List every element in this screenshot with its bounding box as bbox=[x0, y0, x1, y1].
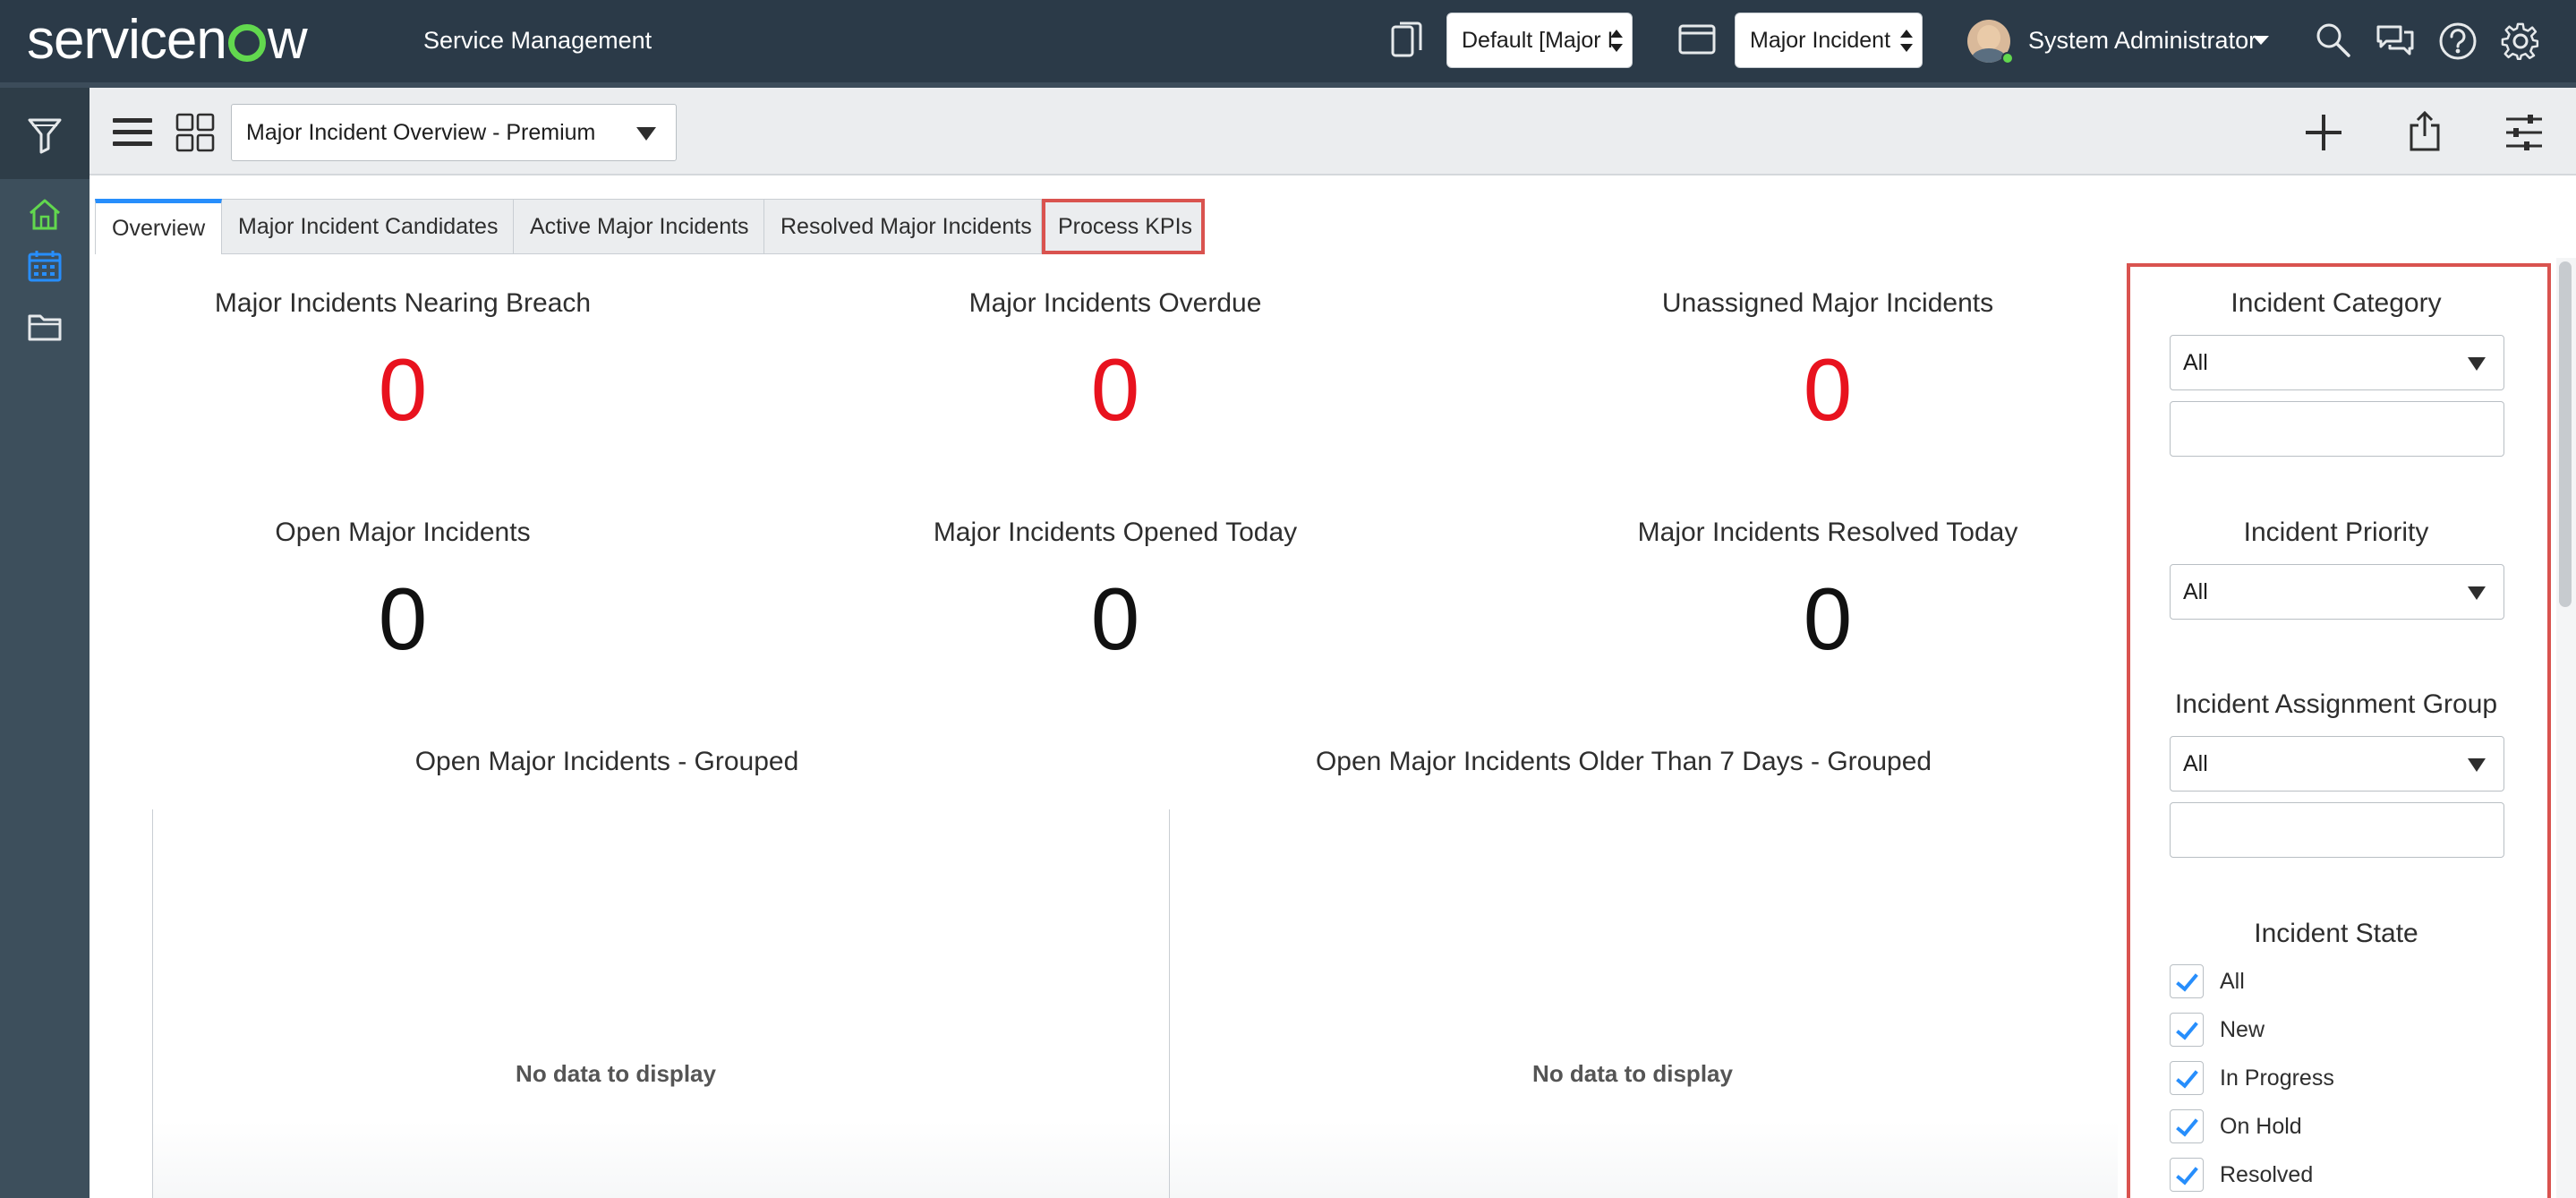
widget-title-overdue: Major Incidents Overdue bbox=[968, 288, 1262, 318]
checkbox-checked-icon[interactable] bbox=[2170, 1109, 2204, 1143]
widget-value-unassigned[interactable]: 0 bbox=[1804, 346, 1853, 433]
select-spinner-icon bbox=[1900, 26, 1913, 56]
chevron-down-icon bbox=[2468, 758, 2486, 772]
logo-o-icon bbox=[227, 24, 266, 62]
widget-value-open[interactable]: 0 bbox=[379, 575, 428, 663]
checkbox-checked-icon[interactable] bbox=[2170, 964, 2204, 998]
presence-indicator-icon bbox=[2001, 52, 2014, 64]
app-root: service n w Service Management Default [Ma… bbox=[0, 0, 2576, 1198]
chart-empty-open-grouped: No data to display bbox=[516, 1060, 716, 1087]
filter-state-option-in-progress[interactable]: In Progress bbox=[2170, 1060, 2334, 1096]
select-spinner-icon bbox=[1610, 26, 1623, 56]
filter-category-value: All bbox=[2183, 349, 2208, 375]
tab-resolved-major-incidents[interactable]: Resolved Major Incidents bbox=[764, 199, 1042, 254]
search-icon[interactable] bbox=[2315, 21, 2352, 59]
user-menu-caret-icon[interactable] bbox=[2253, 36, 2269, 45]
dashboard-tabs: Overview Major Incident Candidates Activ… bbox=[95, 199, 1205, 254]
calendar-icon[interactable] bbox=[27, 249, 63, 283]
filter-state-option-new[interactable]: New bbox=[2170, 1012, 2265, 1048]
filter-title-assignment-group: Incident Assignment Group bbox=[2174, 689, 2498, 719]
checkbox-checked-icon[interactable] bbox=[2170, 1158, 2204, 1192]
filter-assignment-group-select[interactable]: All bbox=[2170, 736, 2504, 792]
hamburger-menu-icon[interactable] bbox=[113, 116, 152, 149]
filter-state-option-on-hold[interactable]: On Hold bbox=[2170, 1108, 2302, 1144]
update-set-value: Default [Major I bbox=[1462, 27, 1614, 53]
filter-category-input[interactable] bbox=[2170, 401, 2504, 457]
widget-value-resolved-today[interactable]: 0 bbox=[1804, 575, 1853, 663]
sliders-icon[interactable] bbox=[2504, 113, 2544, 152]
tab-active-major-incidents[interactable]: Active Major Incidents bbox=[514, 199, 764, 254]
checkbox-checked-icon[interactable] bbox=[2170, 1013, 2204, 1047]
filter-state-label: All bbox=[2220, 968, 2245, 994]
share-icon[interactable] bbox=[2408, 111, 2442, 152]
widget-title-unassigned: Unassigned Major Incidents bbox=[1661, 288, 1994, 318]
home-icon[interactable] bbox=[27, 197, 63, 231]
chart-title-older-than-7-days: Open Major Incidents Older Than 7 Days -… bbox=[1315, 747, 1932, 776]
checkbox-checked-icon[interactable] bbox=[2170, 1061, 2204, 1095]
chart-title-open-grouped: Open Major Incidents - Grouped bbox=[414, 747, 799, 776]
filter-title-priority: Incident Priority bbox=[2243, 518, 2429, 547]
add-icon[interactable] bbox=[2304, 113, 2343, 152]
application-scope-icon[interactable] bbox=[1677, 23, 1717, 56]
dashboard-select-value: Major Incident Overview - Premium bbox=[246, 119, 596, 145]
filter-category-select[interactable]: All bbox=[2170, 335, 2504, 390]
chevron-down-icon bbox=[2468, 357, 2486, 371]
grid-view-icon[interactable] bbox=[175, 113, 215, 152]
chart-area-open-grouped bbox=[152, 809, 1169, 1198]
filter-priority-select[interactable]: All bbox=[2170, 564, 2504, 620]
filter-navigator-icon[interactable] bbox=[27, 116, 63, 154]
folder-icon[interactable] bbox=[27, 312, 63, 342]
widget-value-overdue[interactable]: 0 bbox=[1091, 346, 1140, 433]
page-scrollbar-thumb[interactable] bbox=[2559, 261, 2572, 607]
filter-title-state: Incident State bbox=[2254, 919, 2418, 948]
filter-assignment-group-value: All bbox=[2183, 750, 2208, 776]
update-set-icon[interactable] bbox=[1389, 20, 1425, 61]
chevron-down-icon bbox=[636, 127, 656, 141]
filter-state-label: New bbox=[2220, 1016, 2265, 1042]
filter-state-option-resolved[interactable]: Resolved bbox=[2170, 1157, 2313, 1193]
filter-state-label: In Progress bbox=[2220, 1065, 2334, 1091]
servicenow-logo[interactable]: service n w bbox=[27, 9, 308, 71]
logo-text-service: service bbox=[27, 8, 197, 71]
tab-process-kpis[interactable]: Process KPIs bbox=[1042, 199, 1205, 254]
help-icon[interactable] bbox=[2438, 21, 2478, 61]
widget-value-nearing-breach[interactable]: 0 bbox=[379, 346, 428, 433]
filter-priority-value: All bbox=[2183, 578, 2208, 604]
user-menu-name[interactable]: System Administrator bbox=[2028, 27, 2256, 55]
chart-empty-older-than-7-days: No data to display bbox=[1532, 1060, 1733, 1087]
application-scope-value: Major Incident bbox=[1750, 27, 1891, 53]
widget-title-resolved-today: Major Incidents Resolved Today bbox=[1637, 518, 2018, 547]
filter-assignment-group-input[interactable] bbox=[2170, 802, 2504, 858]
tab-overview[interactable]: Overview bbox=[95, 199, 222, 254]
application-scope-select[interactable]: Major Incident bbox=[1735, 13, 1923, 68]
filter-state-option-all[interactable]: All bbox=[2170, 963, 2245, 999]
tab-major-incident-candidates[interactable]: Major Incident Candidates bbox=[222, 199, 514, 254]
update-set-select[interactable]: Default [Major I bbox=[1446, 13, 1633, 68]
logo-text-w: w bbox=[267, 8, 308, 71]
widget-title-open: Open Major Incidents bbox=[275, 518, 531, 547]
dashboard-select[interactable]: Major Incident Overview - Premium bbox=[231, 104, 677, 161]
filter-state-label: Resolved bbox=[2220, 1161, 2314, 1187]
app-title: Service Management bbox=[423, 27, 653, 54]
widget-title-nearing-breach: Major Incidents Nearing Breach bbox=[214, 288, 592, 318]
chat-icon[interactable] bbox=[2376, 23, 2415, 59]
widget-title-opened-today: Major Incidents Opened Today bbox=[933, 518, 1298, 547]
filter-state-label: On Hold bbox=[2220, 1113, 2302, 1139]
chevron-down-icon bbox=[2468, 586, 2486, 600]
logo-text-n: n bbox=[196, 8, 226, 71]
filter-title-category: Incident Category bbox=[2231, 288, 2442, 318]
chart-area-older-than-7-days bbox=[1169, 809, 2118, 1198]
widget-value-opened-today[interactable]: 0 bbox=[1091, 575, 1140, 663]
gear-icon[interactable] bbox=[2501, 21, 2540, 61]
